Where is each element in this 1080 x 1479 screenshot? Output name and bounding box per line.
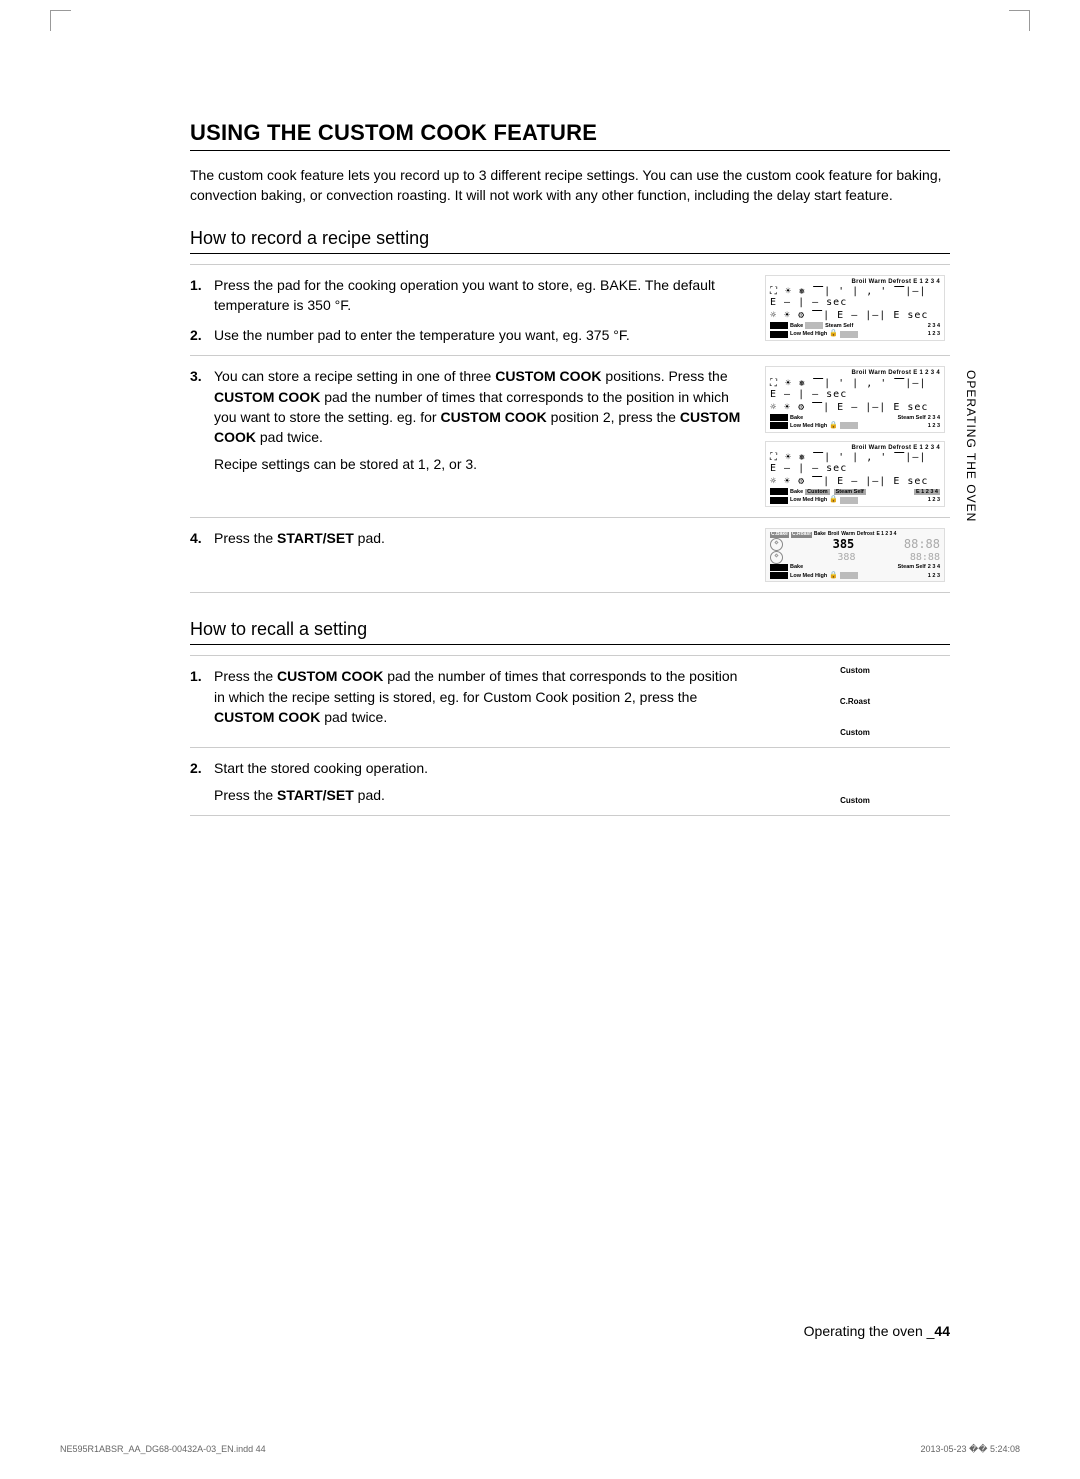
crop-mark-icon [1009,10,1030,31]
step-text: Use the number pad to enter the temperat… [214,325,746,345]
page-footer: Operating the oven _44 [804,1323,950,1339]
record-heading: How to record a recipe setting [190,228,950,249]
recall-heading: How to recall a setting [190,619,950,640]
step-text: Press the CUSTOM COOK pad the number of … [214,666,746,727]
side-tab: OPERATING THE OVEN [964,370,978,522]
section-title: USING THE CUSTOM COOK FEATURE [190,120,950,146]
recall-step-row-2: 2. Start the stored cooking operation. P… [190,747,950,816]
step-number: 1. [190,275,208,295]
record-step-row-1-2: 1. Press the pad for the cooking operati… [190,264,950,356]
print-time: 2013-05-23 �� 5:24:08 [920,1444,1020,1455]
panel-label: Custom [840,728,870,737]
intro-paragraph: The custom cook feature lets you record … [190,165,950,206]
record-step-row-3: 3. You can store a recipe setting in one… [190,355,950,517]
recall-step-row-1: 1. Press the CUSTOM COOK pad the number … [190,655,950,747]
title-rule [190,150,950,151]
step-extra: Recipe settings can be stored at 1, 2, o… [214,454,746,474]
panel-label: Custom [840,666,870,675]
oven-display-icon: Broil Warm Defrost E 1 2 3 4 ⛶ ☀ ❅ ⎺| ' … [765,275,945,341]
step-line: Start the stored cooking operation. [214,758,746,778]
sub-rule [190,644,950,645]
step-text: Press the pad for the cooking operation … [214,275,746,316]
step-number: 1. [190,666,208,686]
step-text: Press the START/SET pad. [214,785,746,805]
step-text: You can store a recipe setting in one of… [214,366,746,447]
step-number: 4. [190,528,208,548]
oven-display-icon: Broil Warm Defrost E 1 2 3 4 ⛶ ☀ ❅ ⎺| ' … [765,441,945,507]
print-meta: NE595R1ABSR_AA_DG68-00432A-03_EN.indd 44… [60,1444,1020,1455]
step-number: 2. [190,758,208,778]
step-number: 2. [190,325,208,345]
record-step-row-4: 4. Press the START/SET pad. C.Bake C.Roa… [190,517,950,593]
step-text: Press the START/SET pad. [214,528,746,548]
step-number: 3. [190,366,208,386]
sub-rule [190,253,950,254]
footer-label: Operating the oven _ [804,1323,935,1339]
page-number: 44 [934,1323,950,1339]
oven-display-icon: Broil Warm Defrost E 1 2 3 4 ⛶ ☀ ❅ ⎺| ' … [765,366,945,432]
print-file: NE595R1ABSR_AA_DG68-00432A-03_EN.indd 44 [60,1444,266,1455]
crop-mark-icon [50,10,71,31]
oven-display-active-icon: C.Bake C.Roast Bake Broil Warm Defrost E… [765,528,945,582]
panel-label: C.Roast [840,697,870,706]
panel-label: Custom [840,796,870,805]
